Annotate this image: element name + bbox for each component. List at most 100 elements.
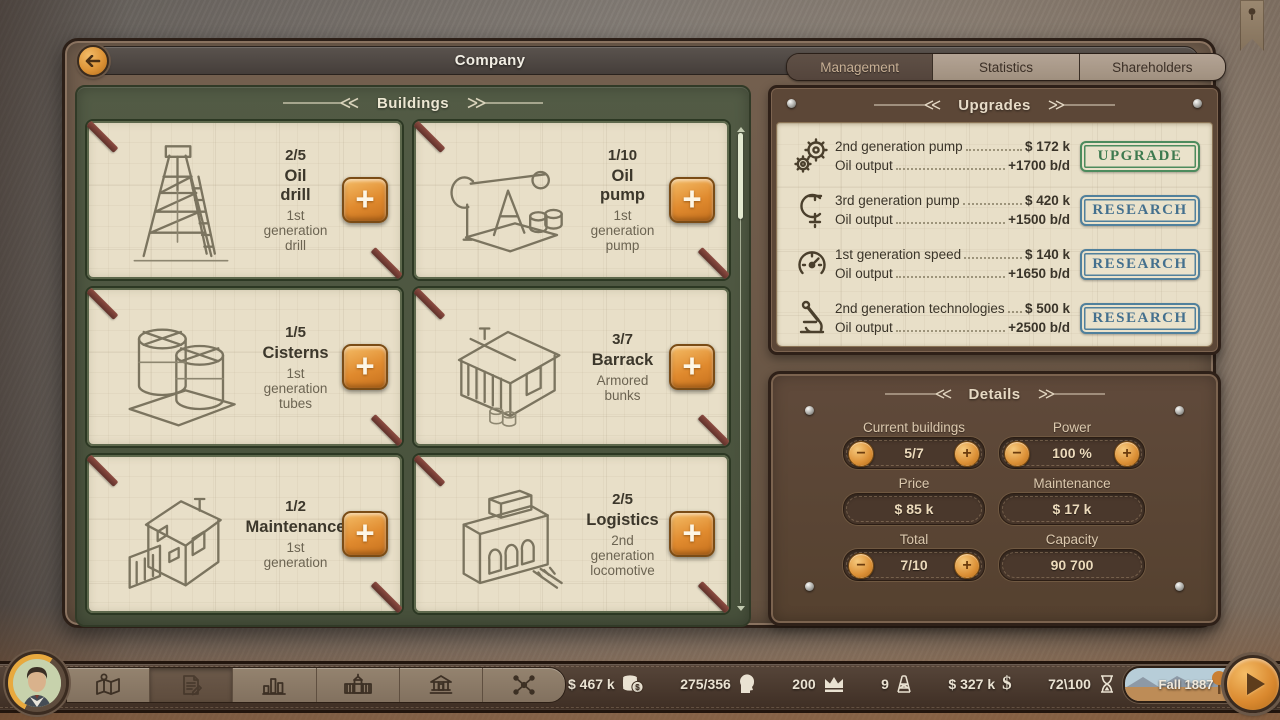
upgrade-cost: $ 172 k xyxy=(1025,137,1070,156)
scroll-down-icon[interactable] xyxy=(737,606,745,611)
building-name: Barrack xyxy=(592,351,653,370)
plus-button[interactable]: + xyxy=(954,441,980,467)
nav-government-button[interactable] xyxy=(317,668,400,702)
ribbon-decoration xyxy=(698,581,731,615)
plus-button[interactable]: + xyxy=(954,553,980,579)
price-field: $ 85 k xyxy=(843,493,985,525)
money-value: $ 467 k xyxy=(568,676,615,692)
stock-value: $ 327 k xyxy=(948,676,995,692)
add-oil-drill-button[interactable]: + xyxy=(342,177,388,223)
minus-button[interactable]: − xyxy=(848,441,874,467)
maintenance-field: $ 17 k xyxy=(999,493,1145,525)
nav-bank-button[interactable] xyxy=(400,668,483,702)
building-cards-grid: 2/5 Oil drill 1st generation drill + xyxy=(85,119,731,615)
upgrade-row: 1st generation speed$ 140 k Oil output+1… xyxy=(777,237,1212,291)
scrollbar-thumb[interactable] xyxy=(738,133,743,219)
building-count: 3/7 xyxy=(612,331,633,348)
flourish-right-icon xyxy=(1041,99,1115,111)
dotted-leader xyxy=(966,149,1022,151)
plus-button[interactable]: + xyxy=(1114,441,1140,467)
upgrade-cost: $ 500 k xyxy=(1025,299,1070,318)
prestige-value: 200 xyxy=(792,676,815,692)
scroll-up-icon[interactable] xyxy=(737,127,745,132)
rivet-icon xyxy=(1193,99,1202,108)
power-field: 100 % − + xyxy=(999,437,1145,469)
nav-map-button[interactable] xyxy=(67,668,150,702)
ribbon-decoration xyxy=(371,247,404,281)
plus-icon: + xyxy=(355,349,374,382)
buildings-scrollbar[interactable] xyxy=(736,127,745,611)
card-oil-drill: 2/5 Oil drill 1st generation drill + xyxy=(85,119,404,281)
tab-bar: Management Statistics Shareholders xyxy=(786,53,1226,81)
field-label: Current buildings xyxy=(843,420,985,437)
ribbon-decoration xyxy=(698,414,731,448)
add-oil-pump-button[interactable]: + xyxy=(669,177,715,223)
upgrade-name: 2nd generation technologies xyxy=(835,299,1005,318)
upgrade-button[interactable]: UPGRADE xyxy=(1080,141,1200,172)
card-maintenance: 1/2 Maintenance 1st generation + xyxy=(85,453,404,615)
research-button[interactable]: RESEARCH xyxy=(1080,249,1200,280)
plus-icon: + xyxy=(682,182,701,215)
add-logistics-button[interactable]: + xyxy=(669,511,715,557)
flourish-left-icon xyxy=(874,99,948,111)
dotted-leader xyxy=(1008,311,1022,313)
upgrade-cost: $ 140 k xyxy=(1025,245,1070,264)
svg-text:$: $ xyxy=(635,683,640,692)
rivet-icon xyxy=(1175,406,1184,415)
plus-icon: + xyxy=(355,516,374,549)
dotted-leader xyxy=(896,330,1005,332)
flourish-left-icon xyxy=(283,97,367,109)
field-label: Price xyxy=(843,476,985,493)
tab-shareholders[interactable]: Shareholders xyxy=(1080,54,1225,80)
building-desc: 1st generation drill xyxy=(264,208,328,253)
prestige-stat: 200 xyxy=(792,675,844,693)
flourish-left-icon xyxy=(885,388,959,400)
building-count: 1/10 xyxy=(608,147,637,164)
total-field: 7/10 − + xyxy=(843,549,985,581)
building-name: Maintenance xyxy=(246,518,346,537)
nav-company-button[interactable] xyxy=(150,668,233,702)
oil-pump-sketch-icon xyxy=(418,125,598,275)
flourish-right-icon xyxy=(459,97,543,109)
upgrade-name: 3rd generation pump xyxy=(835,191,960,210)
research-button[interactable]: RESEARCH xyxy=(1080,195,1200,226)
upgrade-effect-value: +1500 b/d xyxy=(1008,210,1070,229)
nav-statistics-button[interactable] xyxy=(233,668,316,702)
player-avatar[interactable] xyxy=(8,654,66,712)
building-count: 1/5 xyxy=(285,324,306,341)
minus-button[interactable]: − xyxy=(1004,441,1030,467)
field-value: 90 700 xyxy=(1000,550,1144,580)
play-button[interactable] xyxy=(1224,655,1280,713)
maintenance-sketch-icon xyxy=(91,459,271,609)
upgrade-effect-label: Oil output xyxy=(835,264,893,283)
research-button[interactable]: RESEARCH xyxy=(1080,303,1200,334)
details-panel: Details Current buildings 5/7 − + Power … xyxy=(768,371,1221,626)
building-count: 2/5 xyxy=(285,147,306,164)
upgrade-cost: $ 420 k xyxy=(1025,191,1070,210)
field-label: Power xyxy=(999,420,1145,437)
add-barrack-button[interactable]: + xyxy=(669,344,715,390)
upgrades-header: Upgrades xyxy=(958,97,1030,114)
card-cisterns: 1/5 Cisterns 1st generation tubes + xyxy=(85,286,404,448)
upgrade-name: 2nd generation pump xyxy=(835,137,963,156)
add-cisterns-button[interactable]: + xyxy=(342,344,388,390)
building-desc: 1st generation pump xyxy=(591,208,655,253)
building-desc: Armored bunks xyxy=(597,373,649,403)
minus-button[interactable]: − xyxy=(848,553,874,579)
tab-management[interactable]: Management xyxy=(787,54,933,80)
nav-network-button[interactable] xyxy=(483,668,565,702)
field-value: $ 85 k xyxy=(844,494,984,524)
page-title: Company xyxy=(380,47,600,74)
time-value: 72\100 xyxy=(1048,676,1091,692)
hourglass-icon xyxy=(1098,674,1116,694)
cisterns-sketch-icon xyxy=(91,292,271,442)
add-maintenance-button[interactable]: + xyxy=(342,511,388,557)
left-arrow-icon xyxy=(85,55,101,67)
dotted-leader xyxy=(896,276,1005,278)
rivet-icon xyxy=(805,406,814,415)
building-name: Cisterns xyxy=(262,344,328,363)
tab-statistics[interactable]: Statistics xyxy=(933,54,1079,80)
rivet-icon xyxy=(805,582,814,591)
back-button[interactable] xyxy=(77,45,109,77)
card-oil-pump: 1/10 Oil pump 1st generation pump + xyxy=(412,119,731,281)
